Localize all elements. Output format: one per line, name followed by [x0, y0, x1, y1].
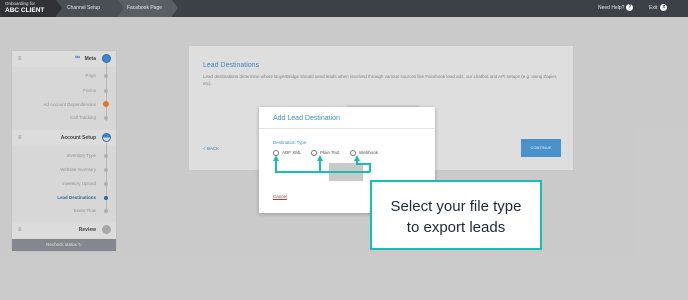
tutorial-callout: Select your file type to export leads	[370, 180, 542, 250]
annotation-arrow	[273, 155, 370, 173]
callout-text: Select your file type to export leads	[372, 196, 540, 238]
annotation-arrows	[273, 155, 371, 173]
annotation-arrow	[354, 155, 371, 172]
callout-line-1: Select your file type	[390, 198, 522, 215]
callout-line-2: to export leads	[406, 219, 506, 236]
